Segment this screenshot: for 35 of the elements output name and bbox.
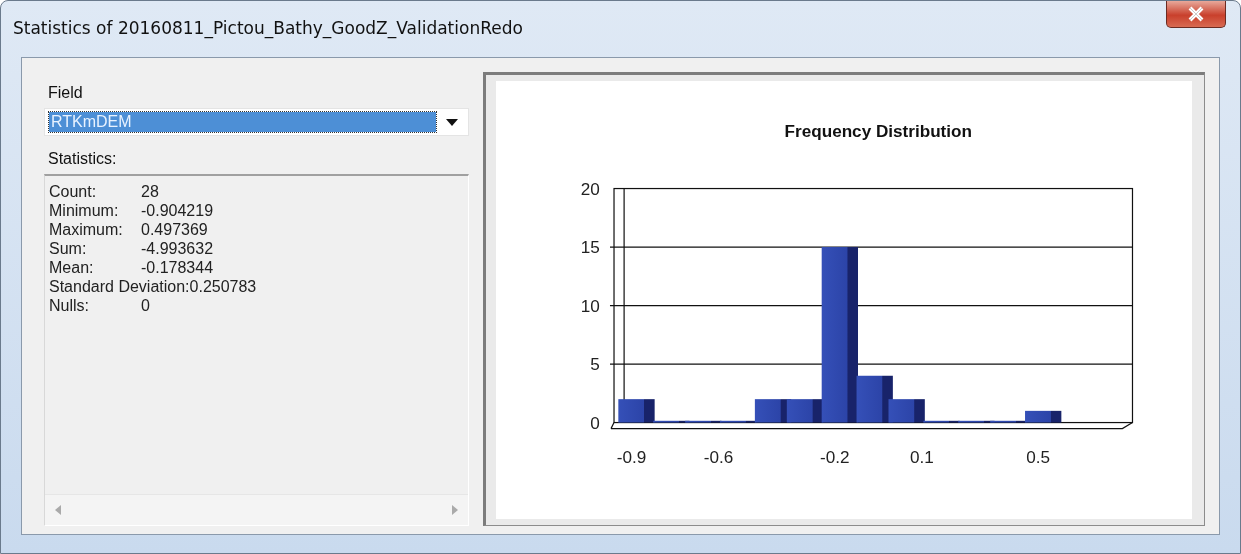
y-tick-label: 5 [590,354,600,375]
chart-title: Frequency Distribution [784,121,972,142]
stat-value: 0.250783 [189,277,257,296]
x-tick-label: 0.5 [1026,446,1051,467]
y-tick-label: 15 [580,237,600,258]
x-tick-label: -0.9 [616,446,647,467]
y-tick-label: 20 [580,178,600,199]
window-title: Statistics of 20160811_Pictou_Bathy_GoodZ_ValidationRedo [13,18,523,38]
stat-value: -0.904219 [141,201,214,220]
x-tick-label: 0.1 [910,446,934,467]
scroll-left-icon[interactable] [55,505,61,515]
close-icon[interactable] [1187,6,1205,22]
caret-icon [446,118,458,126]
horizontal-scrollbar[interactable] [45,494,468,525]
stat-value: 0.497369 [141,220,208,239]
y-tick-label: 0 [590,412,600,433]
field-dropdown[interactable]: RTKmDEM [44,108,469,136]
stat-label: Nulls: [49,296,90,315]
x-tick-label: -0.2 [820,446,850,467]
stat-value: 28 [141,182,159,201]
x-tick-label: -0.6 [703,446,734,467]
stat-label: Mean: [49,258,95,277]
y-tick-label: 10 [580,295,600,316]
stat-label: Maximum: [49,220,124,239]
stat-value: 0 [141,296,150,315]
stat-label: Count: [49,182,98,201]
stat-label: Minimum: [49,201,120,220]
close-button[interactable] [1166,1,1226,28]
field-label: Field [48,84,84,102]
scroll-right-icon[interactable] [452,505,458,515]
stat-value: -4.993632 [141,239,214,258]
statistics-label: Statistics: [48,150,118,168]
stat-value: -0.178344 [141,258,214,277]
stat-label: Standard Deviation: [49,277,190,296]
stat-label: Sum: [49,239,88,258]
